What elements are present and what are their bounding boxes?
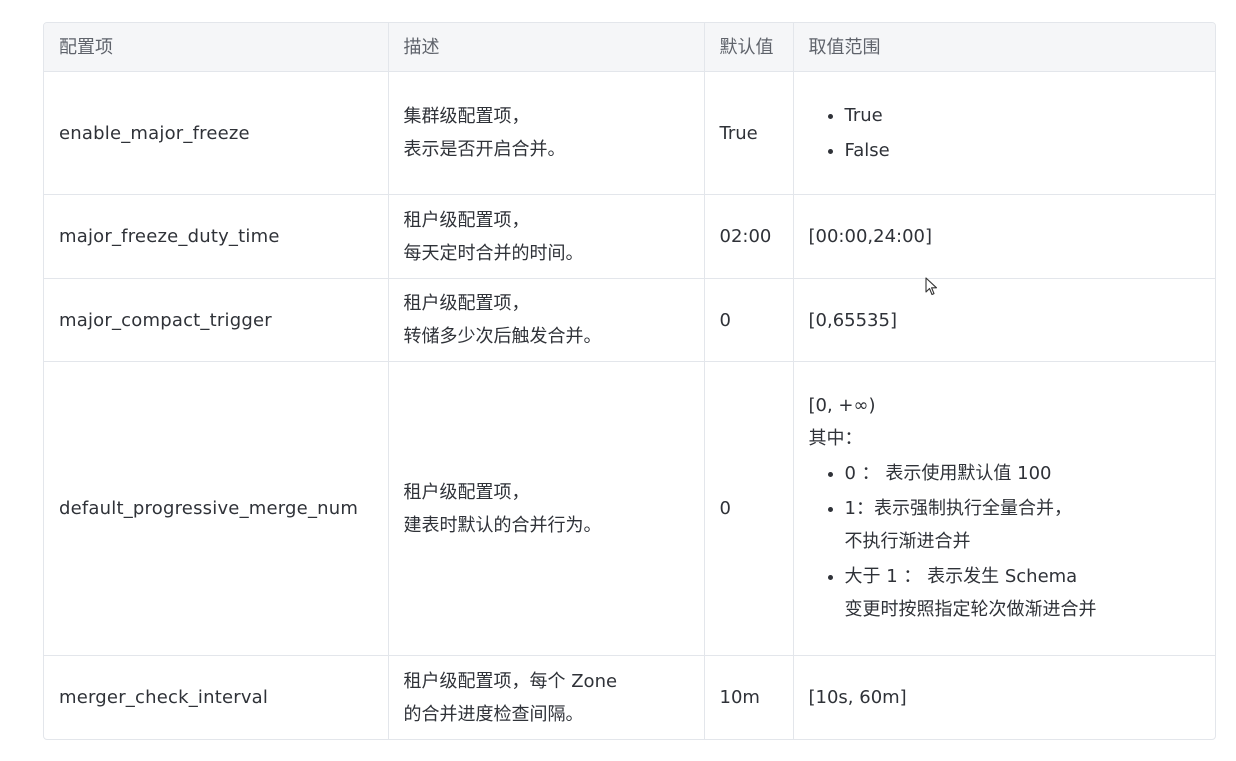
cell-default: 0 [704,361,794,656]
header-name: 配置项 [44,23,389,72]
list-item-text: 变更时按照指定轮次做渐进合并 [844,599,1097,620]
list-item-text: 不执行渐进合并 [844,531,971,552]
desc-line: 租户级配置项， [403,293,530,314]
config-table-container: 配置项 描述 默认值 取值范围 enable_major_freeze 集群级配… [43,22,1216,740]
cell-range: [10s, 60m] [793,655,1215,739]
list-item-text: 大于 1 ： 表示发生 Schema [844,566,1078,587]
header-default: 默认值 [704,23,794,72]
range-list: 0 ： 表示使用默认值 100 1：表示强制执行全量合并， 不执行渐进合并 大于… [809,457,1201,626]
cell-default: 0 [704,278,794,362]
cell-desc: 租户级配置项， 转储多少次后触发合并。 [388,278,705,362]
cell-desc: 租户级配置项， 建表时默认的合并行为。 [388,361,705,656]
table-row: merger_check_interval 租户级配置项，每个 Zone 的合并… [44,655,1215,739]
desc-line: 的合并进度检查间隔。 [403,703,584,725]
range-list: True False [809,99,1201,167]
header-range: 取值范围 [793,23,1215,72]
cell-range: [0, +∞) 其中： 0 ： 表示使用默认值 100 1：表示强制执行全量合并… [793,361,1215,656]
list-item-text: 1：表示强制执行全量合并， [844,498,1072,519]
list-item: 0 ： 表示使用默认值 100 [845,457,1201,490]
cell-default: 10m [704,655,794,739]
mouse-cursor-icon [925,277,938,296]
table-row: default_progressive_merge_num 租户级配置项， 建表… [44,361,1215,656]
desc-line: 转储多少次后触发合并。 [403,326,602,347]
desc-line: 租户级配置项，每个 Zone [403,670,618,692]
table-row: enable_major_freeze 集群级配置项， 表示是否开启合并。 Tr… [44,71,1215,195]
cell-name: major_compact_trigger [44,278,389,362]
range-intro: [0, +∞) [808,395,876,416]
list-item: 1：表示强制执行全量合并， 不执行渐进合并 [845,492,1201,558]
cell-desc: 租户级配置项， 每天定时合并的时间。 [388,194,705,279]
table-row: major_freeze_duty_time 租户级配置项， 每天定时合并的时间… [44,194,1215,279]
table-header-row: 配置项 描述 默认值 取值范围 [44,23,1215,72]
cell-range: [0,65535] [793,278,1215,362]
config-table: 配置项 描述 默认值 取值范围 enable_major_freeze 集群级配… [44,23,1215,739]
list-item: False [845,134,1201,167]
table-row: major_compact_trigger 租户级配置项， 转储多少次后触发合并… [44,278,1215,362]
list-item: True [845,99,1201,132]
desc-line: 集群级配置项， [403,106,530,127]
cell-default: True [704,71,794,195]
desc-line: 表示是否开启合并。 [403,139,566,160]
cell-range: [00:00,24:00] [793,194,1215,279]
cell-range: True False [793,71,1215,195]
desc-line: 租户级配置项， [403,209,530,231]
list-item: 大于 1 ： 表示发生 Schema 变更时按照指定轮次做渐进合并 [845,560,1201,626]
cell-name: major_freeze_duty_time [44,194,389,279]
list-item-text: False [844,140,890,161]
list-item-text: True [844,105,883,126]
cell-default: 02:00 [704,194,794,279]
range-intro: 其中： [808,428,863,449]
list-item-text: 0 ： 表示使用默认值 100 [844,463,1052,484]
cell-name: merger_check_interval [44,655,389,739]
cell-desc: 集群级配置项， 表示是否开启合并。 [388,71,705,195]
header-desc: 描述 [388,23,705,72]
cell-name: default_progressive_merge_num [44,361,389,656]
cell-desc: 租户级配置项，每个 Zone 的合并进度检查间隔。 [388,655,705,739]
desc-line: 每天定时合并的时间。 [403,242,584,264]
desc-line: 建表时默认的合并行为。 [403,514,602,536]
desc-line: 租户级配置项， [403,481,530,503]
cell-name: enable_major_freeze [44,71,389,195]
